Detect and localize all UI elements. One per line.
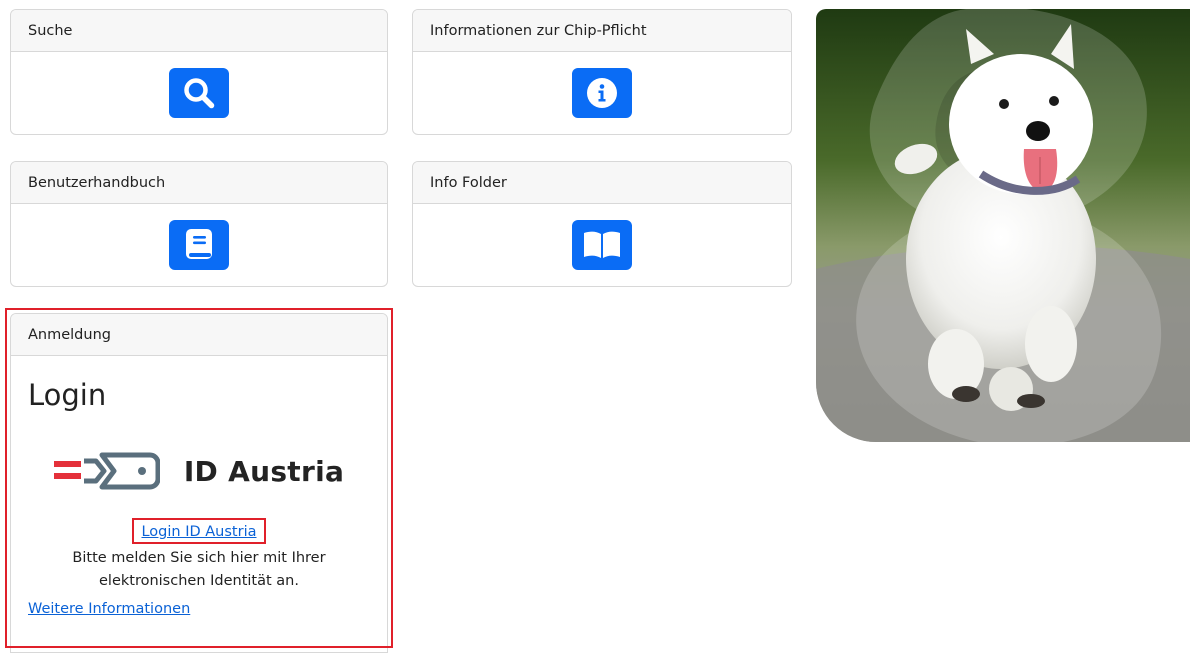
info-icon[interactable] [572, 68, 632, 118]
book-icon[interactable] [169, 220, 229, 270]
tile-info-folder-title: Info Folder [413, 162, 791, 204]
tile-benutzerhandbuch-title: Benutzerhandbuch [11, 162, 387, 204]
open-book-icon[interactable] [572, 220, 632, 270]
tile-info-folder[interactable]: Info Folder [412, 161, 792, 287]
search-icon[interactable] [169, 68, 229, 118]
tile-chip-pflicht-title: Informationen zur Chip-Pflicht [413, 10, 791, 52]
login-card-highlight [5, 308, 393, 648]
dog-photo [816, 9, 1190, 442]
tile-suche-title: Suche [11, 10, 387, 52]
tile-benutzerhandbuch[interactable]: Benutzerhandbuch [10, 161, 388, 287]
tile-suche[interactable]: Suche [10, 9, 388, 135]
tile-chip-pflicht[interactable]: Informationen zur Chip-Pflicht [412, 9, 792, 135]
